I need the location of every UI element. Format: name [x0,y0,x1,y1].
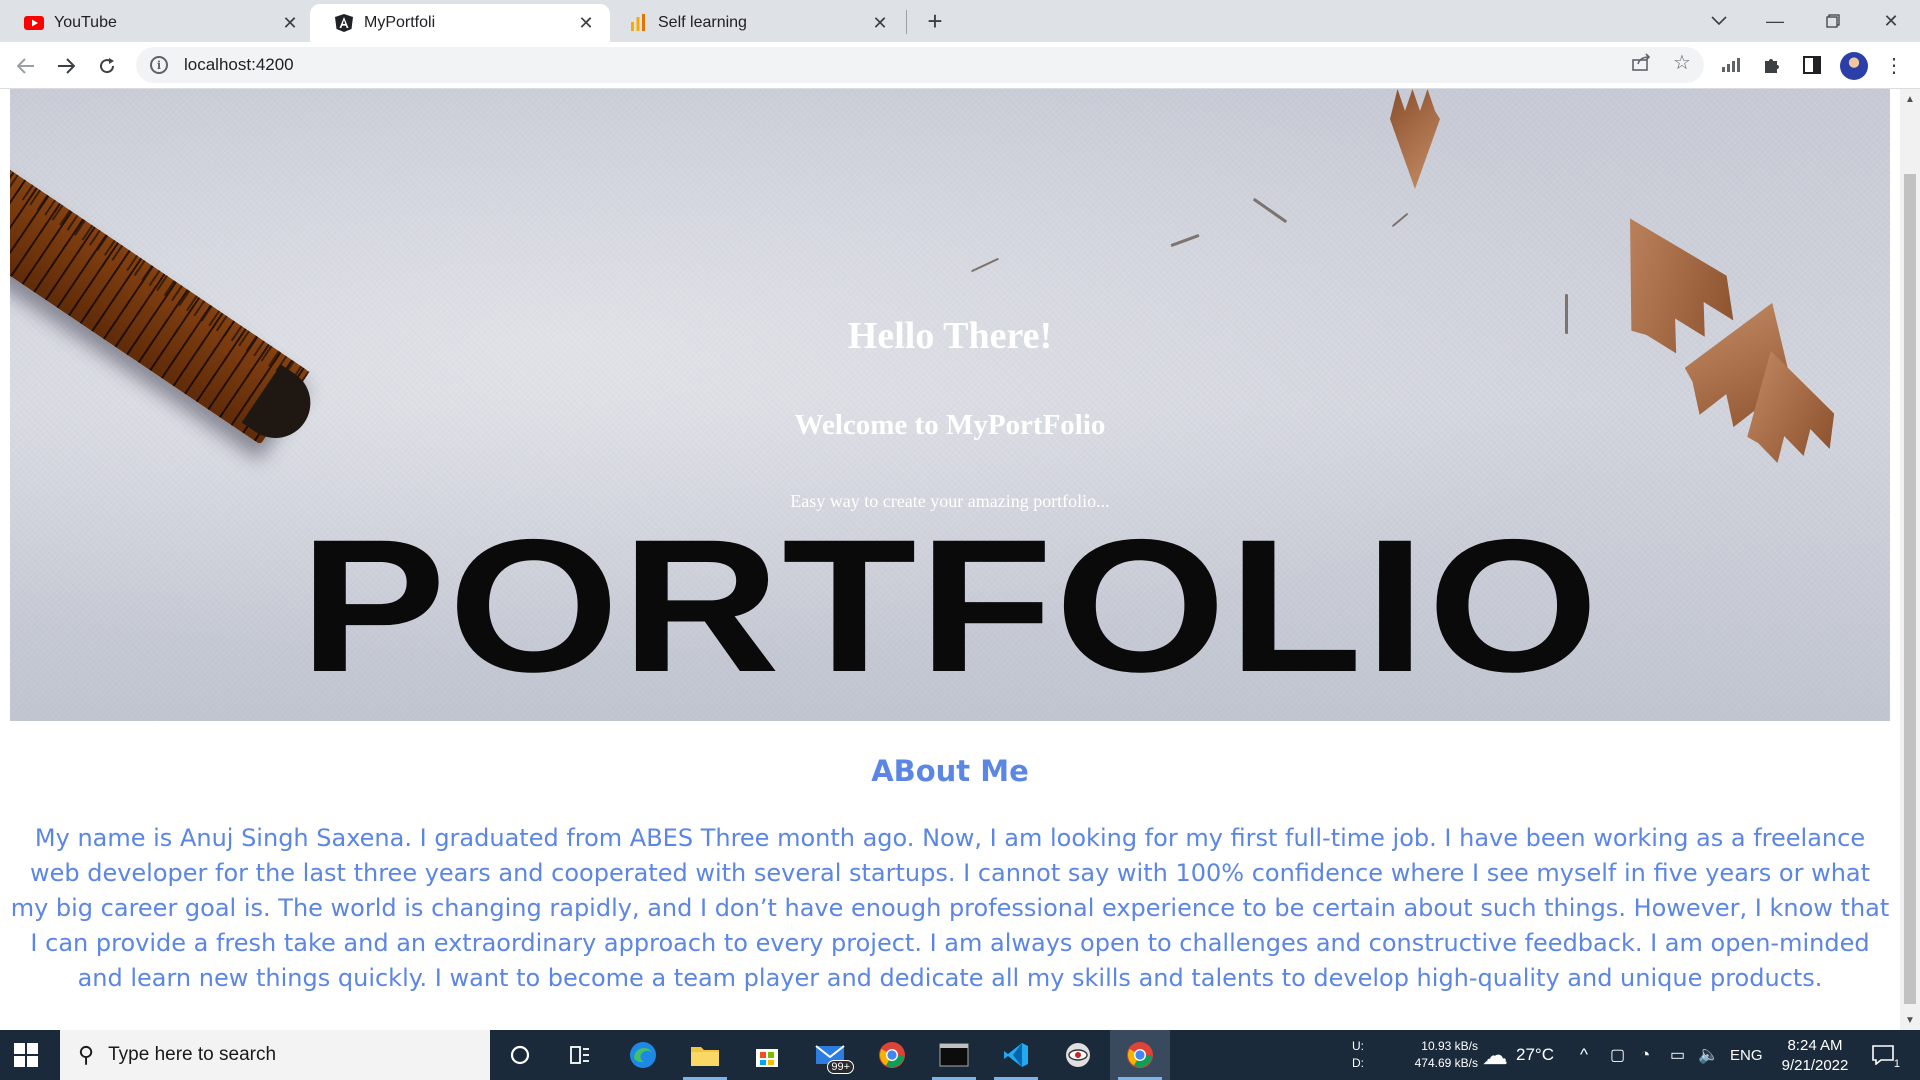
tab-separator [906,10,907,34]
hero-subtitle: Welcome to MyPortFolio [794,409,1106,441]
scroll-thumb[interactable] [1904,174,1916,1004]
tab-title: MyPortfoli [364,14,436,31]
pencil-shaving-image [1390,89,1440,189]
taskbar-search-box[interactable]: ⚲ Type here to search [60,1030,490,1080]
close-icon[interactable]: ✕ [576,13,596,33]
share-icon[interactable] [1630,50,1654,74]
analytics-icon [628,13,648,33]
edge-browser-icon[interactable] [613,1030,673,1080]
file-explorer-icon[interactable] [675,1030,735,1080]
about-paragraph: My name is Anuj Singh Saxena. I graduate… [10,824,1890,992]
address-url[interactable]: localhost:4200 [184,55,294,75]
about-heading: ABout Me [871,754,1029,788]
language-indicator[interactable]: ENG [1730,1030,1763,1080]
battery-icon[interactable]: ▭ [1670,1030,1685,1080]
search-placeholder[interactable]: Type here to search [108,1044,276,1066]
notification-count: 1 [1893,1058,1900,1070]
terminal-icon[interactable] [924,1030,984,1080]
weather-temp: 27°C [1516,1045,1554,1064]
wifi-icon[interactable]: ◔ [1640,1030,1650,1080]
volume-icon[interactable]: 🔈 [1698,1030,1719,1080]
windows-taskbar: ⚲ Type here to search 99+ U:10.93 kB/s [0,1030,1920,1080]
browser-tab-strip: YouTube ✕ MyPortfoli ✕ Self learning ✕ +… [0,0,1920,42]
notification-center-icon[interactable]: 1 [1868,1040,1900,1070]
page-content: Hello There! Welcome to MyPortFolio Easy… [0,89,1900,1030]
performance-icon[interactable] [1718,51,1746,79]
new-tab-button[interactable]: + [920,6,950,36]
site-info-icon[interactable]: i [150,56,168,74]
page-scrollbar[interactable]: ▲ ▼ [1900,89,1920,1030]
search-icon: ⚲ [78,1042,95,1067]
chrome-active-icon[interactable] [1110,1030,1170,1080]
system-clock[interactable]: 8:24 AM 9/21/2022 [1770,1036,1860,1076]
tab-youtube[interactable]: YouTube ✕ [0,4,314,42]
profile-avatar[interactable] [1840,52,1868,80]
angular-icon [334,13,354,33]
upload-speed: 10.93 kB/s [1421,1039,1478,1053]
reload-button[interactable] [91,50,123,82]
close-icon[interactable]: ✕ [280,13,300,33]
eye-app-icon[interactable] [1048,1030,1108,1080]
microsoft-store-icon[interactable] [737,1030,797,1080]
mail-badge: 99+ [827,1060,854,1074]
cloud-icon: ☁ [1482,1039,1508,1070]
browser-toolbar: i localhost:4200 ☆ [0,42,1920,89]
back-button[interactable] [10,50,42,82]
chrome-icon[interactable] [862,1030,922,1080]
windows-start-icon[interactable] [14,1043,38,1067]
clock-time: 8:24 AM [1787,1037,1843,1054]
close-window-button[interactable]: ✕ [1864,0,1918,42]
ruler-image [10,109,324,452]
scroll-up-arrow[interactable]: ▲ [1900,91,1920,107]
extensions-puzzle-icon[interactable] [1758,51,1786,79]
tab-myportfolio[interactable]: MyPortfoli ✕ [310,4,610,42]
restore-button[interactable] [1806,0,1860,42]
cortana-icon[interactable] [490,1030,550,1080]
minimize-button[interactable]: — [1748,0,1802,42]
more-menu-icon[interactable]: ⋮ [1880,51,1908,79]
clock-date: 9/21/2022 [1781,1057,1849,1074]
download-speed: 474.69 kB/s [1414,1056,1478,1070]
network-speed-meter: U: 10.93 kB/s D: 474.69 kB/s [1352,1039,1478,1070]
vscode-icon[interactable] [986,1030,1046,1080]
side-panel-icon[interactable] [1798,51,1826,79]
bookmark-star-icon[interactable]: ☆ [1670,50,1694,74]
portfolio-image-word: PORTFOLIO [299,499,1601,712]
address-bar[interactable]: i localhost:4200 [136,47,1704,83]
hero-banner: Hello There! Welcome to MyPortFolio Easy… [10,89,1890,721]
close-icon[interactable]: ✕ [870,13,890,33]
meet-now-icon[interactable]: ▢ [1610,1030,1625,1080]
forward-button[interactable] [50,50,82,82]
scroll-down-arrow[interactable]: ▼ [1900,1012,1920,1028]
hero-title: Hello There! [847,315,1053,357]
tab-search-button[interactable] [1692,0,1746,42]
tab-title: Self learning [658,14,747,31]
show-hidden-icons-chevron[interactable]: ^ [1580,1030,1588,1080]
mail-icon[interactable]: 99+ [800,1030,860,1080]
weather-widget[interactable]: ☁ 27°C [1482,1030,1554,1080]
tab-self-learning[interactable]: Self learning ✕ [604,4,904,42]
task-view-icon[interactable] [550,1030,610,1080]
youtube-icon [24,13,44,33]
tab-title: YouTube [54,14,117,31]
